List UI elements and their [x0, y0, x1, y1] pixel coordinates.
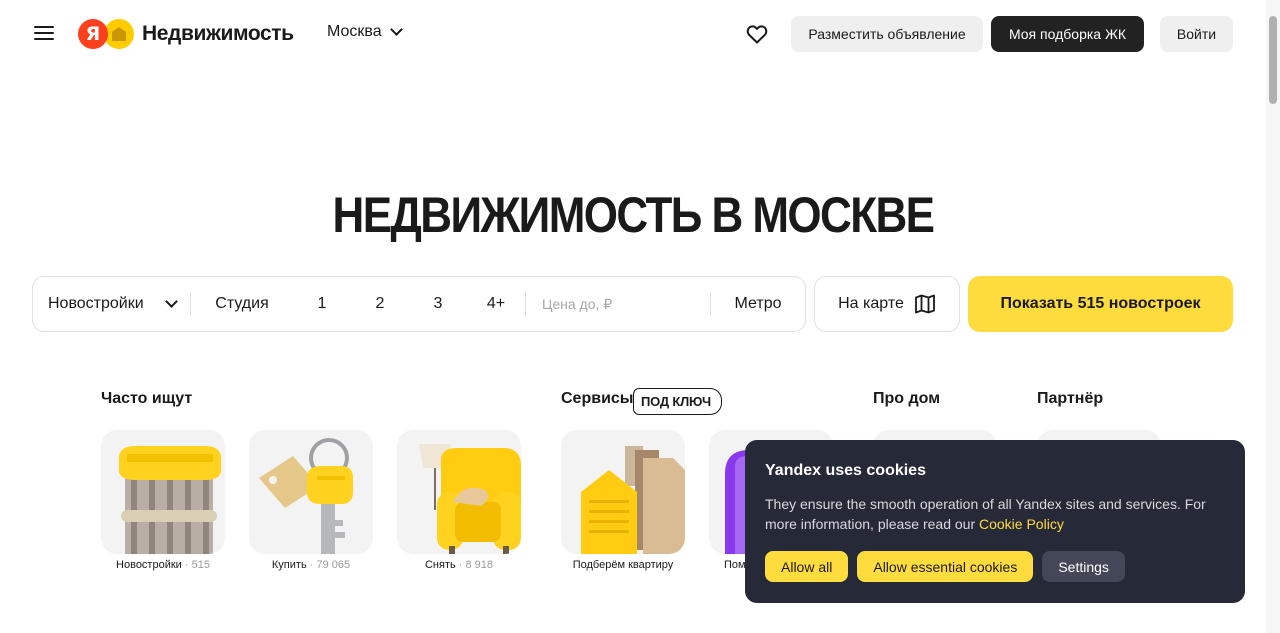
menu-icon[interactable] [34, 25, 54, 41]
my-selection-button[interactable]: Моя подборка ЖК [991, 16, 1144, 52]
card-find-apartment[interactable]: Подберём квартиру [561, 430, 685, 571]
section-title-services: Сервисы [561, 390, 634, 407]
card-label: Снять · 8 918 [424, 559, 494, 571]
chevron-down-icon [389, 23, 403, 36]
turnkey-badge: ПОД КЛЮЧ [633, 388, 722, 415]
section-title-often-searched: Часто ищут [101, 390, 193, 407]
room-option-1[interactable]: 1 [293, 277, 351, 331]
room-option-3[interactable]: 3 [409, 277, 467, 331]
building-illustration [119, 446, 221, 554]
realty-logo-icon [104, 19, 134, 49]
map-button-label: На карте [838, 295, 904, 312]
scrollbar-thumb[interactable] [1269, 16, 1277, 104]
show-results-button[interactable]: Показать 515 новостроек [968, 276, 1233, 332]
buy-image[interactable] [249, 430, 373, 554]
property-type-label: Новостройки [48, 295, 144, 312]
house-illustration [581, 446, 685, 554]
allow-essential-cookies-button[interactable]: Allow essential cookies [857, 551, 1034, 582]
section-title-partner: Партнёр [1037, 390, 1104, 407]
search-bar: Новостройки Студия 1 2 3 4+ Метро [32, 276, 806, 332]
room-option-4plus[interactable]: 4+ [467, 277, 525, 331]
room-option-2[interactable]: 2 [351, 277, 409, 331]
cookie-buttons: Allow all Allow essential cookies Settin… [765, 551, 1125, 582]
page-title: НЕДВИЖИМОСТЬ В МОСКВЕ [332, 187, 936, 243]
price-input[interactable] [526, 277, 710, 331]
card-new-buildings[interactable]: Новостройки · 515 [101, 430, 225, 571]
favorites-heart-icon[interactable] [745, 22, 769, 46]
allow-all-button[interactable]: Allow all [765, 551, 849, 582]
cookie-title: Yandex uses cookies [765, 462, 926, 479]
yandex-logo-icon: Я [78, 19, 108, 49]
section-title-about-home: Про дом [873, 390, 941, 407]
city-label: Москва [327, 23, 382, 40]
property-type-select[interactable]: Новостройки [33, 277, 190, 331]
card-label: Купить · 79 065 [271, 559, 351, 571]
find-apartment-image[interactable] [561, 430, 685, 554]
new-buildings-image[interactable] [101, 430, 225, 554]
logo-text: Недвижимость [142, 22, 294, 45]
room-option-studio[interactable]: Студия [191, 277, 293, 331]
login-button[interactable]: Войти [1160, 16, 1233, 52]
scrollbar[interactable] [1266, 0, 1280, 633]
city-selector[interactable]: Москва [327, 23, 403, 41]
map-button[interactable]: На карте [814, 276, 960, 332]
cookie-banner: Yandex uses cookies They ensure the smoo… [745, 440, 1245, 603]
card-buy[interactable]: Купить · 79 065 [249, 430, 373, 571]
header: Я Недвижимость Москва Разместить объявле… [0, 0, 1266, 68]
cookie-settings-button[interactable]: Settings [1042, 551, 1125, 582]
armchair-illustration [419, 444, 521, 554]
rooms-selector: Студия 1 2 3 4+ [191, 277, 525, 331]
cookie-text: They ensure the smooth operation of all … [765, 496, 1206, 532]
key-illustration [259, 438, 353, 554]
logo[interactable]: Я Недвижимость [78, 18, 294, 50]
card-label: Подберём квартиру [572, 559, 674, 571]
metro-selector[interactable]: Метро [711, 277, 805, 331]
map-icon [914, 294, 935, 314]
card-label: Новостройки · 515 [116, 559, 210, 571]
chevron-down-icon [165, 295, 178, 308]
rent-image[interactable] [397, 430, 521, 554]
cookie-policy-link[interactable]: Cookie Policy [979, 516, 1064, 532]
post-ad-button[interactable]: Разместить объявление [791, 16, 983, 52]
card-rent[interactable]: Снять · 8 918 [397, 430, 521, 571]
